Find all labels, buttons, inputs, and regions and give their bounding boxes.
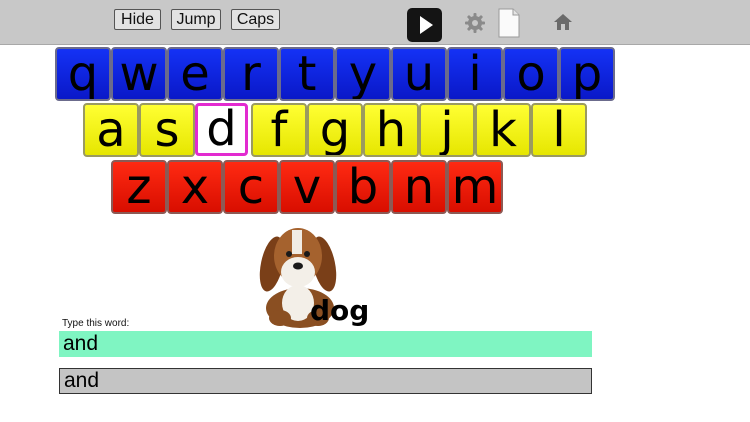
picture-word: dog — [310, 294, 370, 327]
key-h[interactable]: h — [363, 103, 419, 157]
hide-button[interactable]: Hide — [114, 9, 161, 30]
toolbar: Hide Jump Caps — [0, 0, 750, 45]
key-r[interactable]: r — [223, 47, 279, 101]
key-j[interactable]: j — [419, 103, 475, 157]
key-x[interactable]: x — [167, 160, 223, 214]
key-p[interactable]: p — [559, 47, 615, 101]
jump-button[interactable]: Jump — [171, 9, 221, 30]
typed-input[interactable]: and — [59, 368, 592, 394]
play-icon — [420, 16, 433, 34]
key-k[interactable]: k — [475, 103, 531, 157]
home-icon[interactable] — [553, 12, 573, 32]
document-icon[interactable] — [497, 8, 521, 38]
key-n[interactable]: n — [391, 160, 447, 214]
key-m[interactable]: m — [447, 160, 503, 214]
key-d-selected[interactable]: d — [195, 103, 248, 156]
key-i[interactable]: i — [447, 47, 503, 101]
key-z[interactable]: z — [111, 160, 167, 214]
key-c[interactable]: c — [223, 160, 279, 214]
gear-icon[interactable] — [464, 12, 486, 34]
key-t[interactable]: t — [279, 47, 335, 101]
caps-button[interactable]: Caps — [231, 9, 280, 30]
target-word: and — [59, 331, 592, 357]
key-g[interactable]: g — [307, 103, 363, 157]
key-u[interactable]: u — [391, 47, 447, 101]
key-a[interactable]: a — [83, 103, 139, 157]
key-v[interactable]: v — [279, 160, 335, 214]
play-button[interactable] — [407, 8, 442, 42]
key-w[interactable]: w — [111, 47, 167, 101]
key-y[interactable]: y — [335, 47, 391, 101]
key-b[interactable]: b — [335, 160, 391, 214]
key-o[interactable]: o — [503, 47, 559, 101]
key-l[interactable]: l — [531, 103, 587, 157]
prompt-label: Type this word: — [62, 318, 130, 329]
key-q[interactable]: q — [55, 47, 111, 101]
key-e[interactable]: e — [167, 47, 223, 101]
key-f[interactable]: f — [251, 103, 307, 157]
key-s[interactable]: s — [139, 103, 195, 157]
